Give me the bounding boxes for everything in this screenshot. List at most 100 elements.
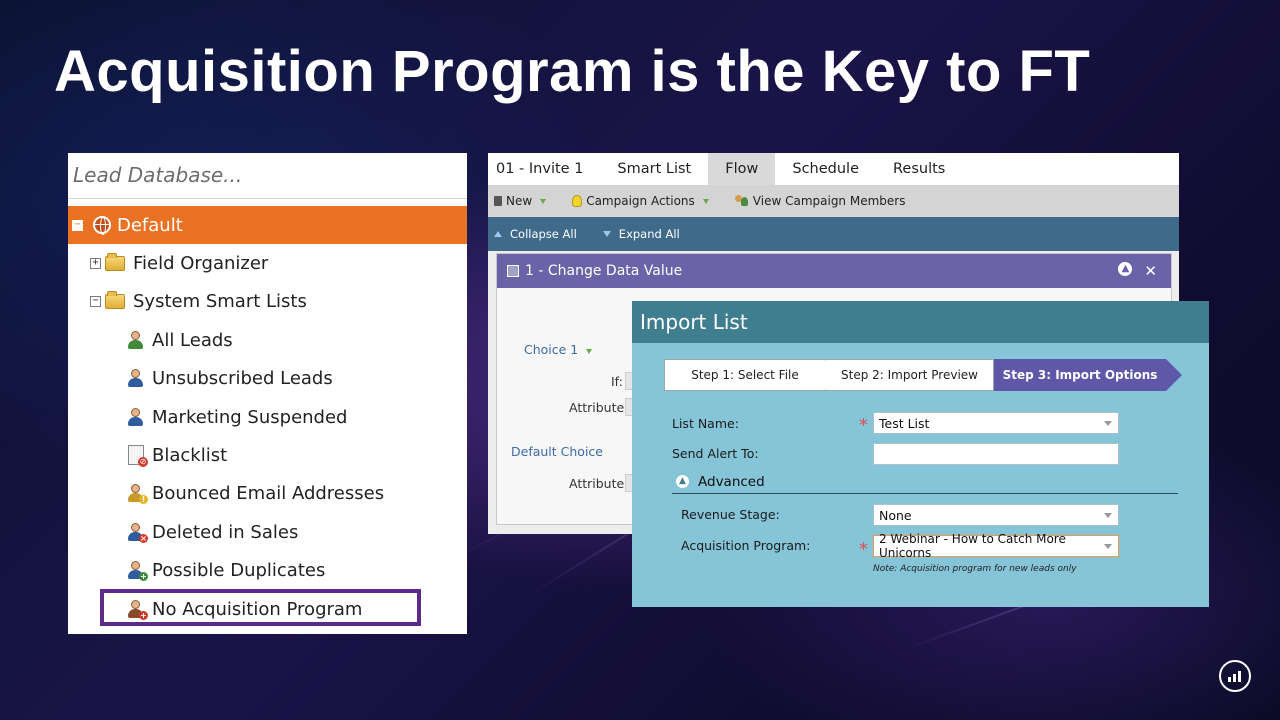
caret-up-icon: [494, 231, 502, 237]
bulb-icon: [572, 195, 583, 207]
import-list-dialog: Import List Step 1: Select File Step 2: …: [632, 301, 1209, 607]
tree-item-field-organizer[interactable]: + Field Organizer: [90, 248, 268, 278]
acquisition-program-label: Acquisition Program:: [681, 538, 811, 553]
collapse-toggle-icon[interactable]: −: [72, 219, 83, 231]
lead-database-panel: Lead Database... − Default + Field Organ…: [68, 153, 467, 634]
step-import-options[interactable]: Step 3: Import Options: [994, 359, 1166, 391]
tree-item-marketing-suspended[interactable]: Marketing Suspended: [126, 402, 347, 432]
import-steps: Step 1: Select File Step 2: Import Previ…: [664, 359, 1184, 391]
send-alert-field[interactable]: [873, 443, 1119, 465]
chevron-down-icon: [1104, 513, 1112, 518]
flow-step-icon: [507, 265, 519, 277]
move-up-icon[interactable]: ▲: [1118, 262, 1133, 276]
flow-step-header[interactable]: 1 - Change Data Value: [497, 254, 1171, 288]
tree-item-label: Blacklist: [152, 444, 228, 466]
highlight-box: [100, 589, 421, 626]
flow-step-title: 1 - Change Data Value: [525, 263, 683, 279]
tree-item-blacklist[interactable]: ⊘ Blacklist: [126, 440, 227, 470]
chevron-down-icon: [1104, 544, 1112, 549]
attribute-label: Attribute:: [569, 400, 629, 415]
caret-down-icon: [602, 231, 611, 237]
tree-item-label: Bounced Email Addresses: [152, 482, 385, 504]
tab-results[interactable]: Results: [876, 153, 962, 185]
list-name-label: List Name:: [672, 416, 739, 431]
collapse-up-icon: ▲: [676, 475, 689, 488]
view-members-button[interactable]: View Campaign Members: [734, 194, 906, 208]
tab-flow[interactable]: Flow: [708, 153, 776, 185]
acquisition-note: Note: Acquisition program for new leads …: [873, 564, 1077, 574]
list-name-value: Test List: [879, 415, 930, 431]
advanced-section-toggle[interactable]: ▲ Advanced: [672, 474, 1178, 494]
tree-item-deleted-in-sales[interactable]: × Deleted in Sales: [126, 517, 298, 547]
step-import-preview[interactable]: Step 2: Import Preview: [826, 359, 994, 391]
campaign-tab-bar: 01 - Invite 1 Smart List Flow Schedule R…: [488, 153, 1179, 185]
if-label: If:: [611, 374, 623, 389]
default-choice-label: Default Choice: [511, 444, 603, 459]
step-active-tip: [1166, 359, 1182, 391]
tree-item-system-smart-lists[interactable]: − System Smart Lists: [90, 286, 307, 316]
tab-campaign-name[interactable]: 01 - Invite 1: [488, 153, 600, 185]
expand-all-label: Expand All: [618, 227, 680, 241]
view-members-label: View Campaign Members: [752, 194, 906, 208]
close-icon[interactable]: ✕: [1144, 262, 1157, 280]
tree-item-label: System Smart Lists: [133, 290, 307, 312]
tab-schedule[interactable]: Schedule: [775, 153, 876, 185]
members-icon: [734, 195, 749, 207]
tree-root-label: Default: [117, 214, 183, 236]
import-dialog-title: Import List: [632, 301, 1209, 343]
person-deleted-icon: ×: [126, 522, 148, 543]
tree-item-label: Unsubscribed Leads: [152, 367, 333, 389]
campaign-actions-button[interactable]: Campaign Actions: [572, 194, 709, 208]
send-alert-label: Send Alert To:: [672, 446, 759, 461]
tree-item-label: Possible Duplicates: [152, 559, 326, 581]
tree-item-label: All Leads: [152, 329, 233, 351]
dropdown-arrow-icon: [540, 198, 547, 204]
new-label: New: [506, 194, 533, 208]
blacklist-icon: ⊘: [128, 445, 148, 467]
slide-title: Acquisition Program is the Key to FT: [54, 39, 1091, 104]
new-icon: [494, 196, 502, 206]
step-select-file[interactable]: Step 1: Select File: [664, 359, 826, 391]
globe-icon: [93, 216, 111, 235]
person-suspended-icon: [126, 407, 146, 427]
tree-item-label: Deleted in Sales: [152, 521, 299, 543]
expand-toggle-icon[interactable]: +: [90, 257, 101, 269]
revenue-stage-select[interactable]: None: [873, 504, 1119, 526]
required-star-icon: *: [859, 539, 868, 560]
person-unsubscribed-icon: [126, 368, 146, 388]
list-name-field[interactable]: Test List: [873, 412, 1119, 434]
collapse-toggle-icon[interactable]: −: [90, 295, 101, 307]
person-warning-icon: !: [126, 483, 148, 504]
people-icon: [126, 330, 146, 350]
lead-database-search[interactable]: Lead Database...: [68, 153, 467, 199]
chevron-down-icon: [1104, 421, 1112, 426]
tree-root-default[interactable]: − Default: [68, 206, 467, 244]
acquisition-program-value: 2 Webinar - How to Catch More Unicorns: [879, 532, 1066, 560]
collapse-all-label: Collapse All: [510, 227, 577, 241]
new-button[interactable]: New: [494, 194, 547, 208]
tree-item-possible-duplicates[interactable]: + Possible Duplicates: [126, 555, 325, 585]
tab-smart-list[interactable]: Smart List: [600, 153, 708, 185]
person-duplicate-icon: +: [126, 560, 148, 581]
choice-text: Choice 1: [524, 342, 579, 357]
marketo-logo-icon: [1219, 660, 1251, 692]
dropdown-arrow-icon: [702, 198, 709, 204]
tree-item-bounced-email[interactable]: ! Bounced Email Addresses: [126, 478, 384, 508]
expand-all-button[interactable]: Expand All: [602, 227, 680, 241]
tree-item-unsubscribed-leads[interactable]: Unsubscribed Leads: [126, 363, 333, 393]
dropdown-arrow-icon: [586, 349, 593, 354]
flow-step-actions: ▲ ✕: [1118, 262, 1157, 280]
revenue-stage-label: Revenue Stage:: [681, 507, 780, 522]
folder-icon: [105, 290, 125, 309]
collapse-all-button[interactable]: Collapse All: [494, 227, 577, 241]
flow-subbar: Collapse All Expand All: [488, 217, 1179, 251]
revenue-stage-value: None: [879, 507, 912, 523]
tree-item-all-leads[interactable]: All Leads: [126, 325, 233, 355]
required-star-icon: *: [859, 415, 868, 436]
choice-label[interactable]: Choice 1: [524, 342, 593, 357]
tree-item-label: Field Organizer: [133, 252, 269, 274]
default-attribute-label: Attribute:: [569, 476, 629, 491]
acquisition-program-select[interactable]: 2 Webinar - How to Catch More Unicorns: [873, 532, 1119, 560]
campaign-toolbar: New Campaign Actions View Campaign Membe…: [488, 185, 1179, 217]
tree-item-label: Marketing Suspended: [152, 406, 348, 428]
